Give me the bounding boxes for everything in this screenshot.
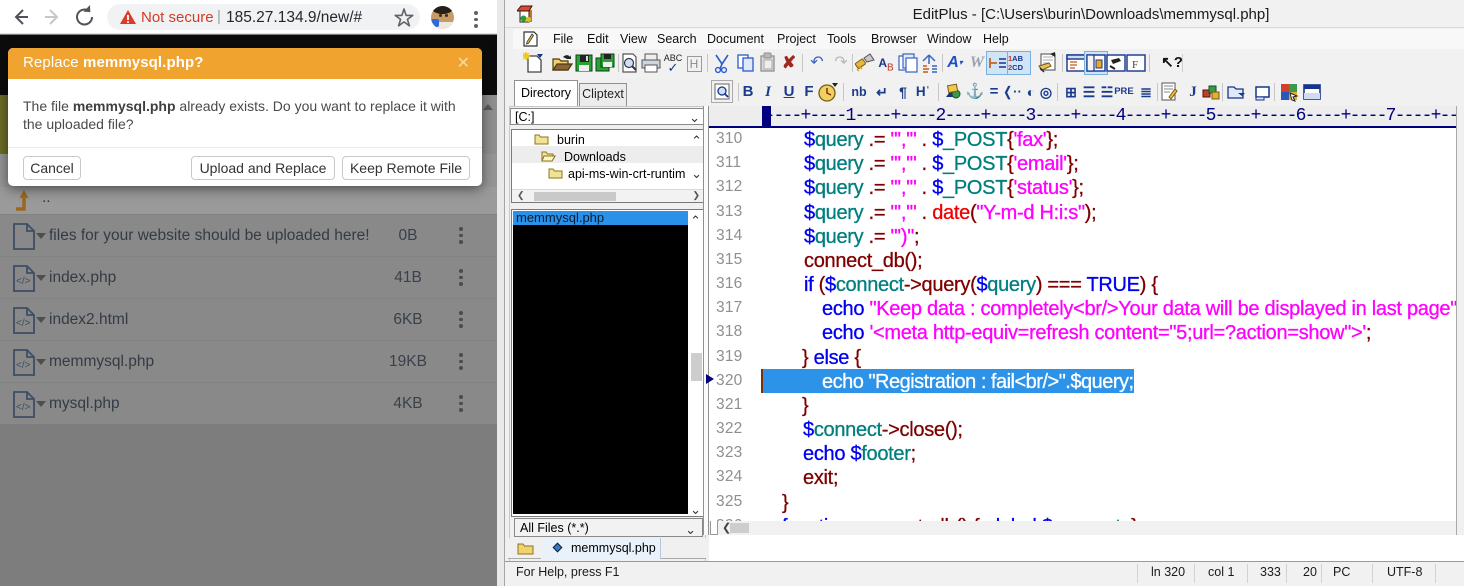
- svg-text:</>: </>: [16, 360, 31, 371]
- svg-text:</>: </>: [16, 276, 31, 287]
- svg-text:</>: </>: [16, 402, 31, 413]
- svg-text:F: F: [1132, 59, 1138, 71]
- svg-text:</>: </>: [16, 318, 31, 329]
